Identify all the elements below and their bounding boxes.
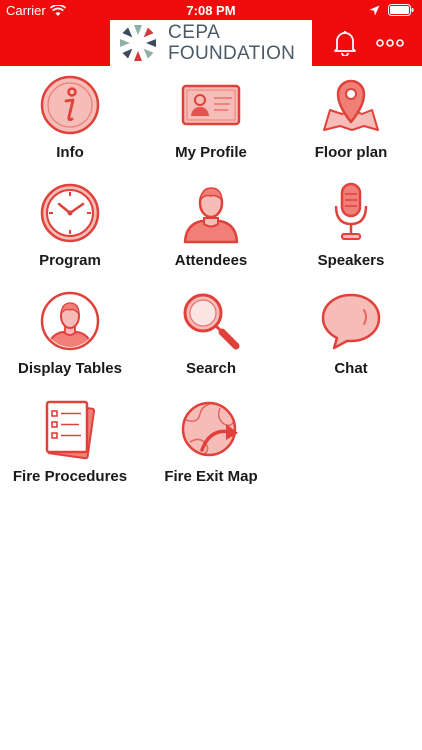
menu-item-speakers[interactable]: Speakers [281,174,421,278]
menu-item-label: Fire Procedures [12,468,128,485]
info-icon [40,75,100,135]
top-bar: Carrier 7:08 PM CEPA FOUNDATION [0,0,422,66]
menu-item-label: Display Tables [18,360,122,377]
menu-item-display-tables[interactable]: Display Tables [0,282,140,386]
menu-item-label: Info [56,144,84,161]
location-arrow-icon [369,5,380,15]
menu-item-label: Attendees [174,252,248,269]
menu-item-label: Program [39,252,101,269]
menu-item-label: Floor plan [314,144,388,161]
cepa-foundation-logo: CEPA FOUNDATION [110,20,312,66]
menu-item-attendees[interactable]: Attendees [141,174,281,278]
menu-item-label: Chat [334,360,368,377]
more-dots-icon[interactable] [376,38,404,48]
menu-item-search[interactable]: Search [141,282,281,386]
chat-bubble-icon [321,293,381,350]
logo-text-cepa: CEPA [168,22,221,43]
microphone-icon [334,182,368,240]
menu-item-program[interactable]: Program [0,174,140,278]
person-icon [183,187,239,244]
menu-item-label: Speakers [317,252,385,269]
checklist-icon [45,400,96,460]
menu-item-info[interactable]: Info [0,66,140,170]
magnifier-icon [183,293,240,350]
menu-item-fire-procedures[interactable]: Fire Procedures [0,390,140,494]
map-pin-icon [323,79,379,131]
clock-icon [40,183,100,243]
menu-item-label: My Profile [175,144,247,161]
avatar-circle-icon [40,291,100,351]
menu-item-label: Search [185,360,237,377]
menu-item-floor-plan[interactable]: Floor plan [281,66,421,170]
menu-item-chat[interactable]: Chat [281,282,421,386]
bell-icon[interactable] [333,30,357,56]
menu-item-fire-exit-map[interactable]: Fire Exit Map [141,390,281,494]
status-bar: Carrier 7:08 PM [0,0,422,22]
profile-card-icon [181,84,241,126]
battery-icon [388,4,414,16]
logo-text-foundation: FOUNDATION [168,43,296,64]
logo-mark-icon [120,25,156,61]
menu-item-my-profile[interactable]: My Profile [141,66,281,170]
exit-globe-icon [181,401,238,457]
clock-time: 7:08 PM [186,3,236,18]
menu-item-label: Fire Exit Map [164,468,258,485]
